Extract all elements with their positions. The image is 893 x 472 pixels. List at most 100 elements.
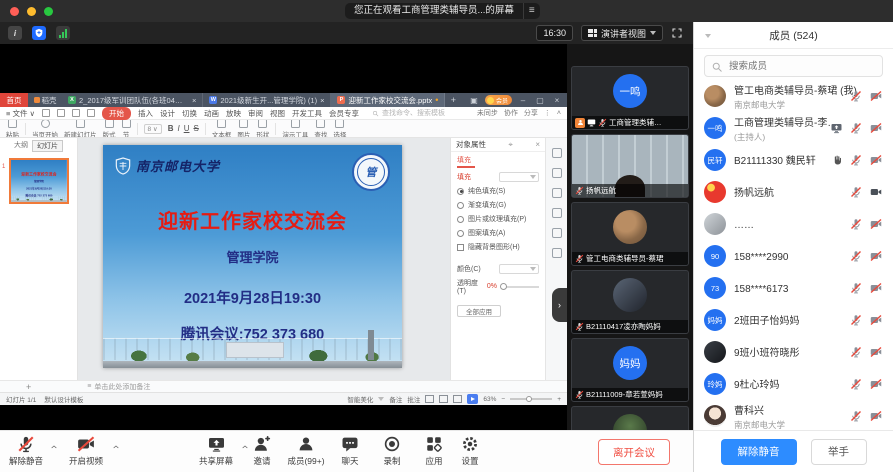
- strikethrough-button[interactable]: S: [193, 124, 198, 133]
- notes-bar[interactable]: + ≡单击此处添加备注: [0, 380, 567, 392]
- camera-muted-icon[interactable]: [869, 122, 883, 134]
- info-icon[interactable]: i: [8, 26, 22, 40]
- sync-status[interactable]: 未同步: [477, 108, 498, 118]
- option-picture-fill[interactable]: 图片或纹理填充(P): [451, 212, 545, 226]
- option-gradient-fill[interactable]: 渐变填充(G): [451, 198, 545, 212]
- tab-close-icon[interactable]: ×: [192, 96, 196, 105]
- panel-tool-icon[interactable]: [552, 208, 562, 218]
- minimize-window-button[interactable]: [27, 7, 36, 16]
- menu-tab-view[interactable]: 视图: [270, 108, 285, 119]
- new-tab-button[interactable]: +: [445, 93, 461, 107]
- camera-muted-icon[interactable]: [869, 282, 883, 294]
- mic-muted-icon[interactable]: [850, 250, 862, 262]
- slide-canvas[interactable]: 南京邮电大学 管 迎新工作家校交流会 管理学院 2021年9月28日19:30 …: [78, 138, 450, 380]
- normal-view-icon[interactable]: [425, 395, 434, 403]
- camera-muted-icon[interactable]: [869, 378, 883, 390]
- find-button[interactable]: 查找: [314, 120, 327, 138]
- mic-muted-icon[interactable]: [850, 90, 862, 102]
- wps-doc-tab-active[interactable]: P迎新工作家校交流会.pptx•: [331, 93, 445, 107]
- camera-muted-icon[interactable]: [869, 346, 883, 358]
- record-button[interactable]: 录制: [370, 435, 414, 467]
- section-button[interactable]: 节: [122, 120, 131, 138]
- textbox-button[interactable]: 文本框: [212, 120, 232, 138]
- mic-muted-icon[interactable]: [850, 282, 862, 294]
- vip-badge[interactable]: 会员: [485, 95, 512, 105]
- save-icon[interactable]: [42, 109, 50, 117]
- member-row[interactable]: 73 158****6173: [694, 272, 893, 304]
- more-menu-icon[interactable]: ⋮: [544, 109, 551, 117]
- menu-tab-review[interactable]: 审阅: [248, 108, 263, 119]
- leave-meeting-button[interactable]: 离开会议: [598, 439, 670, 465]
- zoom-window-button[interactable]: [44, 7, 53, 16]
- slide-thumbnail[interactable]: 迎新工作家校交流会 管理学院 2021年9月28日19:30 腾讯会议:752 …: [9, 158, 69, 204]
- member-row[interactable]: 扬帆远航: [694, 176, 893, 208]
- chevron-up-icon[interactable]: [112, 443, 120, 451]
- panel-tool-icon[interactable]: [552, 248, 562, 258]
- mic-muted-icon[interactable]: [850, 378, 862, 390]
- member-row[interactable]: ……: [694, 208, 893, 240]
- start-video-button[interactable]: 开启视频: [60, 435, 112, 467]
- member-row[interactable]: 9班小班符晓彤: [694, 336, 893, 368]
- collapse-ribbon-icon[interactable]: ˄: [557, 110, 561, 117]
- camera-muted-icon[interactable]: [869, 410, 883, 422]
- mic-muted-icon[interactable]: [850, 410, 862, 422]
- zoom-slider[interactable]: [510, 398, 552, 400]
- slideshow-play-button[interactable]: [467, 394, 478, 404]
- bold-button[interactable]: B: [168, 124, 174, 133]
- picture-button[interactable]: 图片: [237, 120, 250, 138]
- menu-tab-slideshow[interactable]: 放映: [226, 108, 241, 119]
- notes-toggle[interactable]: 备注: [389, 394, 402, 404]
- member-row[interactable]: 玲妈 9杜心玲妈: [694, 368, 893, 400]
- option-pattern-fill[interactable]: 图案填充(A): [451, 226, 545, 240]
- command-search[interactable]: 查找命令、搜索模板: [372, 108, 445, 118]
- raise-hand-button[interactable]: 举手: [811, 439, 867, 465]
- undo-icon[interactable]: [72, 109, 80, 117]
- wps-doc-tab[interactable]: W2021级新生开...管理学院) (1)×: [203, 93, 331, 107]
- fill-tab[interactable]: 填充: [457, 155, 475, 168]
- color-dropdown[interactable]: [499, 264, 539, 274]
- unmute-all-button[interactable]: 解除静音: [721, 439, 797, 465]
- panel-tool-icon[interactable]: [552, 188, 562, 198]
- tab-close-icon[interactable]: ×: [320, 96, 324, 105]
- mic-muted-icon[interactable]: [850, 346, 862, 358]
- redo-icon[interactable]: [87, 109, 95, 117]
- member-row[interactable]: 一鸣 工商管理类辅导员-李…(主持人): [694, 112, 893, 144]
- beautify-button[interactable]: 智能美化: [347, 394, 373, 404]
- wps-home-tab[interactable]: 首页: [0, 93, 28, 107]
- reading-view-icon[interactable]: [453, 395, 462, 403]
- members-button[interactable]: 成员(99+): [278, 435, 334, 467]
- settings-button[interactable]: 设置: [448, 435, 492, 467]
- panel-collapse-handle[interactable]: ›: [552, 288, 567, 322]
- new-slide-button[interactable]: 新建幻灯片: [64, 120, 97, 138]
- presentation-tools-button[interactable]: 演示工具: [282, 120, 308, 138]
- italic-button[interactable]: I: [177, 124, 179, 133]
- camera-muted-icon[interactable]: [869, 250, 883, 262]
- menu-tab-design[interactable]: 设计: [160, 108, 175, 119]
- apply-all-button[interactable]: 全部应用: [457, 305, 501, 317]
- member-row[interactable]: 90 158****2990: [694, 240, 893, 272]
- menu-tab-insert[interactable]: 插入: [138, 108, 153, 119]
- alpha-slider[interactable]: [501, 286, 539, 288]
- fill-dropdown[interactable]: [499, 172, 539, 182]
- wps-restore-button[interactable]: ▢: [534, 96, 546, 105]
- slide[interactable]: 南京邮电大学 管 迎新工作家校交流会 管理学院 2021年9月28日19:30 …: [103, 145, 402, 368]
- comments-toggle[interactable]: 批注: [407, 394, 420, 404]
- option-hide-background[interactable]: 隐藏背景图形(H): [451, 240, 545, 254]
- menu-tab-transition[interactable]: 切换: [182, 108, 197, 119]
- fullscreen-icon[interactable]: [671, 27, 683, 39]
- select-button[interactable]: 选择: [333, 120, 346, 138]
- mic-muted-icon[interactable]: [850, 122, 862, 134]
- close-window-button[interactable]: [10, 7, 19, 16]
- camera-muted-icon[interactable]: [869, 90, 883, 102]
- member-row[interactable]: 曹科兴南京邮电大学: [694, 400, 893, 432]
- play-from-current-button[interactable]: 当页开始: [32, 120, 58, 138]
- menu-tab-member[interactable]: 会员专享: [329, 108, 359, 119]
- collapse-panel-icon[interactable]: [705, 34, 711, 38]
- menu-tab-home[interactable]: 开始: [102, 107, 131, 120]
- video-tile[interactable]: [571, 406, 689, 430]
- banner-menu-icon[interactable]: ≡: [523, 3, 540, 19]
- camera-muted-icon[interactable]: [869, 218, 883, 230]
- shape-button[interactable]: 形状: [256, 120, 269, 138]
- unmute-button[interactable]: 解除静音: [2, 435, 50, 467]
- option-solid-fill[interactable]: 纯色填充(S): [451, 184, 545, 198]
